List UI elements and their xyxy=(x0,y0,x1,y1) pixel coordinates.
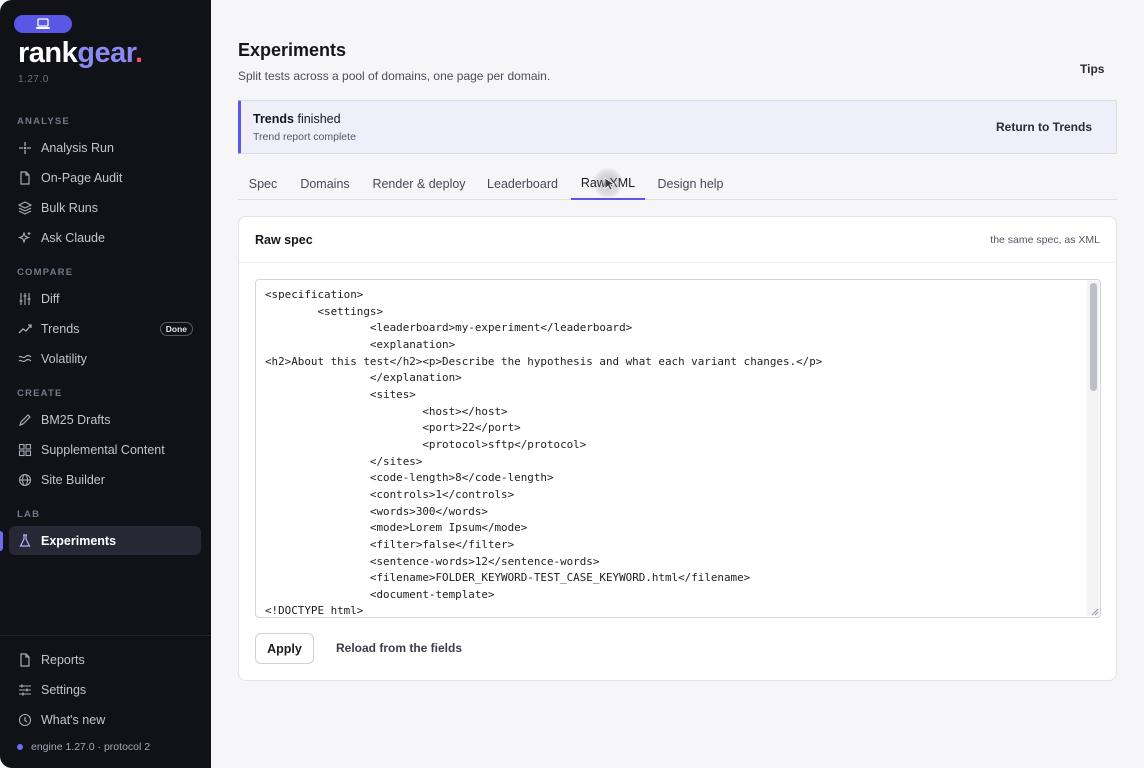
laptop-icon xyxy=(36,18,50,29)
layers-icon xyxy=(17,200,33,216)
logo-badge xyxy=(14,15,72,33)
section-label-lab: LAB xyxy=(17,509,41,520)
notification-banner: Trends finished Trend report complete Re… xyxy=(238,100,1117,154)
status-badge: Done xyxy=(159,322,193,336)
card-title: Raw spec xyxy=(255,233,313,247)
card-header: Raw spec the same spec, as XML xyxy=(239,217,1116,263)
clock-icon xyxy=(17,712,33,728)
sidebar-item-ask-claude[interactable]: Ask Claude xyxy=(9,223,201,252)
sidebar-item-experiments[interactable]: Experiments xyxy=(9,526,201,555)
sidebar-item-label: Site Builder xyxy=(41,472,105,487)
sidebar-item-label: Ask Claude xyxy=(41,230,105,245)
sliders-icon xyxy=(17,291,33,307)
section-label-create: CREATE xyxy=(17,388,63,399)
sidebar-item-settings[interactable]: Settings xyxy=(9,675,201,704)
sidebar-item-label: Bulk Runs xyxy=(41,200,98,215)
sidebar-item-label: On-Page Audit xyxy=(41,170,123,185)
resize-grip-icon[interactable] xyxy=(1090,607,1099,616)
tab-render-deploy[interactable]: Render & deploy xyxy=(366,168,472,200)
sidebar-item-label: BM25 Drafts xyxy=(41,412,111,427)
stars-icon xyxy=(17,230,33,246)
sidebar-item-whats-new[interactable]: What's new xyxy=(9,705,201,734)
brand-wordmark: rankgear. xyxy=(18,37,143,69)
section-label-analyse: ANALYSE xyxy=(17,116,70,127)
wave-icon xyxy=(17,351,33,367)
reload-from-fields-button[interactable]: Reload from the fields xyxy=(336,641,462,655)
tab-spec[interactable]: Spec xyxy=(238,168,288,200)
page-title: Experiments xyxy=(238,40,347,60)
xml-editor[interactable]: <specification> <settings> <leaderboard>… xyxy=(255,279,1101,618)
app-version: 1.27.0 xyxy=(18,74,49,85)
engine-status-text: engine 1.27.0 · protocol 2 xyxy=(31,741,151,753)
banner-subtitle: Trend report complete xyxy=(253,131,356,143)
tab-bar: Spec Domains Render & deploy Leaderboard… xyxy=(238,168,1117,200)
sidebar-item-diff[interactable]: Diff xyxy=(9,284,201,313)
document-icon xyxy=(17,170,33,186)
sidebar-item-analysis-run[interactable]: Analysis Run xyxy=(9,133,201,162)
pencil-icon xyxy=(17,412,33,428)
sidebar-item-volatility[interactable]: Volatility xyxy=(9,344,201,373)
sidebar-item-bm25-drafts[interactable]: BM25 Drafts xyxy=(9,405,201,434)
sidebar-item-label: Diff xyxy=(41,291,60,306)
tab-leaderboard[interactable]: Leaderboard xyxy=(482,168,563,200)
card-note: the same spec, as XML xyxy=(990,234,1100,246)
scrollbar-thumb[interactable] xyxy=(1090,283,1097,391)
sparkle-icon xyxy=(17,140,33,156)
sidebar-item-label: Settings xyxy=(41,682,87,697)
xml-code[interactable]: <specification> <settings> <leaderboard>… xyxy=(265,287,1085,617)
sliders-horizontal-icon xyxy=(17,682,33,698)
globe-icon xyxy=(17,472,33,488)
sidebar-item-on-page-audit[interactable]: On-Page Audit xyxy=(9,163,201,192)
document-icon xyxy=(17,652,33,668)
sidebar-item-reports[interactable]: Reports xyxy=(9,645,201,674)
grid-icon xyxy=(17,442,33,458)
sidebar-item-site-builder[interactable]: Site Builder xyxy=(9,465,201,494)
return-to-trends-button[interactable]: Return to Trends xyxy=(996,120,1092,134)
tab-design-help[interactable]: Design help xyxy=(654,168,727,200)
flask-icon xyxy=(17,533,33,549)
sidebar-item-label: Volatility xyxy=(41,351,87,366)
apply-button[interactable]: Apply xyxy=(255,633,314,664)
sidebar-divider xyxy=(0,635,211,636)
sidebar-item-supplemental-content[interactable]: Supplemental Content xyxy=(9,435,201,464)
sidebar-item-trends[interactable]: Trends Done xyxy=(9,314,201,343)
trend-icon xyxy=(17,321,33,337)
sidebar-item-label: Supplemental Content xyxy=(41,442,165,457)
raw-spec-card: Raw spec the same spec, as XML <specific… xyxy=(238,216,1117,681)
sidebar-item-label: Experiments xyxy=(41,533,117,548)
sidebar-item-label: Reports xyxy=(41,652,85,667)
tips-link[interactable]: Tips xyxy=(1080,62,1104,76)
sidebar-item-label: What's new xyxy=(41,712,106,727)
sidebar-item-label: Analysis Run xyxy=(41,140,114,155)
banner-title: Trends finished xyxy=(253,112,341,126)
sidebar-item-bulk-runs[interactable]: Bulk Runs xyxy=(9,193,201,222)
tab-domains[interactable]: Domains xyxy=(294,168,356,200)
status-dot xyxy=(17,744,23,750)
tab-raw-xml[interactable]: Raw XML xyxy=(571,168,645,200)
engine-status: engine 1.27.0 · protocol 2 xyxy=(17,741,150,753)
sidebar-item-label: Trends xyxy=(41,321,80,336)
page-subtitle: Split tests across a pool of domains, on… xyxy=(238,69,551,83)
sidebar: rankgear. 1.27.0 ANALYSE Analysis Run On… xyxy=(0,0,211,768)
section-label-compare: COMPARE xyxy=(17,267,74,278)
active-indicator xyxy=(0,531,3,551)
